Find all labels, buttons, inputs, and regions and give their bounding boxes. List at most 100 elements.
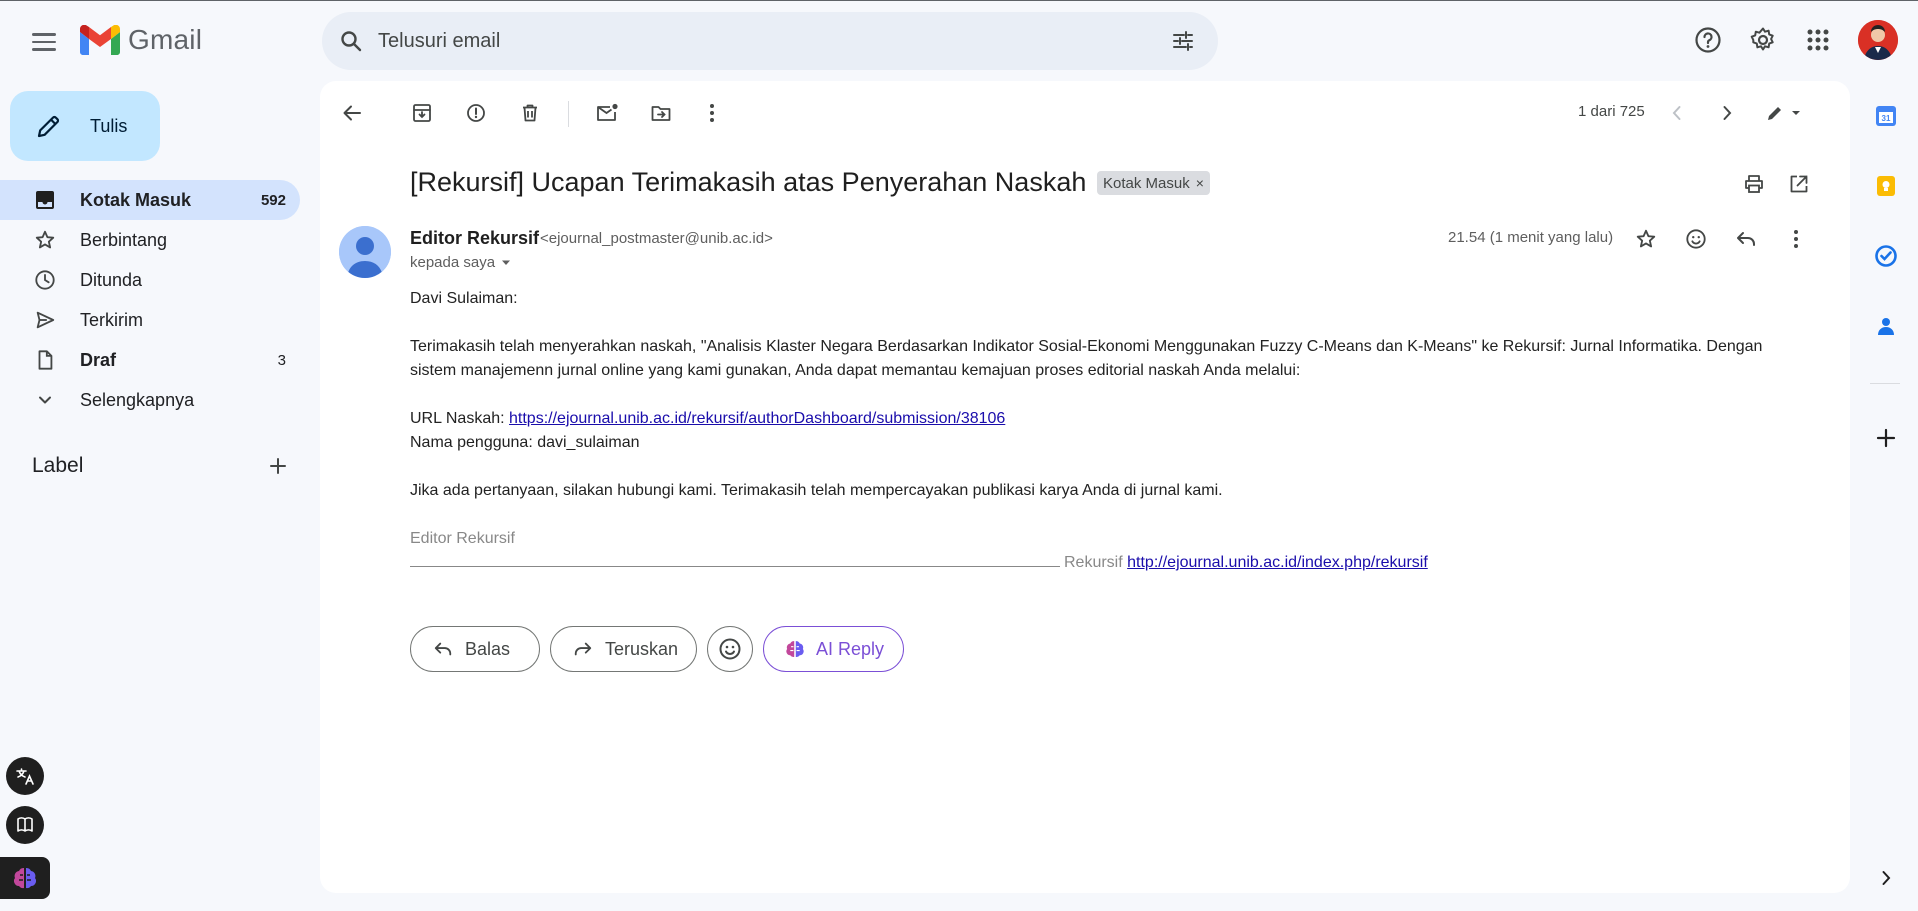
search-icon[interactable] [336, 26, 366, 56]
more-vertical-icon[interactable] [694, 95, 730, 131]
remove-label-close-icon[interactable]: × [1196, 175, 1204, 191]
settings-gear-icon[interactable] [1745, 22, 1781, 58]
sidebar-item-label: Draf [80, 349, 117, 370]
email-timestamp: 21.54 (1 menit yang lalu) [1448, 229, 1614, 246]
back-arrow-icon[interactable] [334, 95, 370, 131]
clock-icon [30, 265, 60, 295]
window-top-border [0, 0, 1918, 1]
apps-grid-icon[interactable] [1800, 22, 1836, 58]
emoji-reaction-icon[interactable] [1678, 221, 1714, 257]
contacts-icon[interactable] [1868, 308, 1904, 344]
extension-book-icon[interactable] [6, 806, 44, 844]
compose-label: Tulis [90, 115, 128, 136]
recipients-label: kepada saya [410, 254, 496, 271]
gmail-m-icon [80, 25, 120, 55]
compose-button[interactable]: Tulis [10, 91, 160, 161]
toolbar-divider [568, 101, 569, 127]
print-icon[interactable] [1736, 166, 1772, 202]
sidebar-item-label: Berbintang [80, 229, 168, 250]
emoji-icon [719, 638, 741, 660]
mark-unread-icon[interactable] [589, 95, 625, 131]
tasks-icon[interactable] [1868, 238, 1904, 274]
search-bar[interactable] [322, 12, 1218, 70]
account-avatar[interactable] [1858, 20, 1898, 60]
url-label: URL Naskah: [410, 410, 505, 427]
sidebar-item-label: Selengkapnya [80, 389, 195, 410]
extension-ai-brain-icon[interactable] [0, 857, 50, 899]
message-more-vertical-icon[interactable] [1778, 221, 1814, 257]
unread-count: 592 [260, 191, 286, 209]
pagination-text: 1 dari 725 [1578, 103, 1645, 120]
sidebar-item-snoozed[interactable]: Ditunda [0, 260, 300, 300]
email-greeting: Davi Sulaiman: [410, 290, 518, 307]
signature-footer: Rekursif http://ejournal.unib.ac.id/inde… [410, 551, 1810, 575]
archive-icon[interactable] [404, 95, 440, 131]
email-paragraph-line: Terimakasih telah menyerahkan naskah, "A… [410, 338, 1763, 355]
recipients-toggle[interactable]: kepada saya [410, 254, 511, 271]
help-icon[interactable] [1690, 22, 1726, 58]
ai-brain-icon [784, 638, 806, 660]
draft-file-icon [30, 345, 60, 375]
emoji-react-button[interactable] [707, 626, 753, 672]
move-to-folder-icon[interactable] [643, 95, 679, 131]
chevron-down-icon [30, 385, 60, 415]
sender-avatar[interactable] [339, 226, 391, 278]
journal-name: Rekursif [1064, 554, 1123, 571]
email-view-panel: 1 dari 725 [Rekursif] Ucapan Terimakasih… [320, 81, 1850, 893]
add-addon-plus-icon[interactable] [1868, 420, 1904, 456]
expand-panel-chevron-icon[interactable] [1868, 860, 1904, 896]
add-label-plus-icon[interactable] [266, 454, 290, 478]
keep-icon[interactable] [1868, 168, 1904, 204]
pencil-icon [34, 111, 64, 141]
app-name: Gmail [128, 24, 203, 55]
journal-url-link[interactable]: http://ejournal.unib.ac.id/index.php/rek… [1127, 554, 1428, 571]
sidebar-item-label: Ditunda [80, 269, 143, 290]
delete-trash-icon[interactable] [512, 95, 548, 131]
draft-count: 3 [277, 351, 286, 369]
report-spam-icon[interactable] [458, 95, 494, 131]
sender-email: <ejournal_postmaster@unib.ac.id> [540, 230, 773, 247]
search-input[interactable] [378, 29, 1138, 53]
caret-down-icon [502, 260, 511, 265]
calendar-icon[interactable]: 31 [1868, 98, 1904, 134]
search-options-icon[interactable] [1168, 26, 1198, 56]
newer-chevron-left-icon[interactable] [1659, 95, 1695, 131]
chip-label: Kotak Masuk [1103, 174, 1190, 192]
inbox-label-chip[interactable]: Kotak Masuk × [1097, 171, 1210, 195]
star-icon[interactable] [1628, 221, 1664, 257]
svg-text:31: 31 [1882, 114, 1891, 123]
forward-button[interactable]: Teruskan [550, 626, 697, 672]
star-icon [30, 225, 60, 255]
sidebar-item-starred[interactable]: Berbintang [0, 220, 300, 260]
sidebar-item-label: Terkirim [80, 309, 143, 330]
rail-divider [1870, 383, 1900, 384]
forward-arrow-icon [573, 639, 593, 659]
older-chevron-right-icon[interactable] [1709, 95, 1745, 131]
submission-url-line: URL Naskah: https://ejournal.unib.ac.id/… [410, 407, 1810, 431]
send-icon [30, 305, 60, 335]
labels-heading: Label [32, 454, 84, 477]
sidebar-item-inbox[interactable]: Kotak Masuk 592 [0, 180, 300, 220]
input-tools-pencil-icon[interactable] [1760, 95, 1810, 131]
username-line: Nama pengguna: davi_sulaiman [410, 434, 640, 451]
forward-label: Teruskan [605, 638, 679, 659]
sidebar-item-drafts[interactable]: Draf 3 [0, 340, 300, 380]
gmail-logo[interactable]: Gmail [80, 24, 202, 56]
reply-arrow-icon [433, 639, 453, 659]
main-menu-icon[interactable] [28, 28, 60, 56]
open-new-window-icon[interactable] [1781, 166, 1817, 202]
sidebar-nav: Kotak Masuk 592 Berbintang Ditunda Terki… [0, 180, 300, 420]
ai-reply-button[interactable]: AI Reply [763, 626, 904, 672]
extension-translate-icon[interactable] [6, 757, 44, 795]
ai-reply-label: AI Reply [816, 638, 885, 659]
sidebar-item-sent[interactable]: Terkirim [0, 300, 300, 340]
sender-name[interactable]: Editor Rekursif [410, 228, 539, 249]
sidebar-item-more[interactable]: Selengkapnya [0, 380, 300, 420]
submission-url-link[interactable]: https://ejournal.unib.ac.id/rekursif/aut… [509, 410, 1005, 427]
sidebar-item-label: Kotak Masuk [80, 189, 192, 210]
email-signature: Editor Rekursif [410, 530, 515, 547]
reply-arrow-icon[interactable] [1728, 221, 1764, 257]
reply-button[interactable]: Balas [410, 626, 540, 672]
email-subject: [Rekursif] Ucapan Terimakasih atas Penye… [410, 167, 1087, 197]
inbox-icon [30, 185, 60, 215]
